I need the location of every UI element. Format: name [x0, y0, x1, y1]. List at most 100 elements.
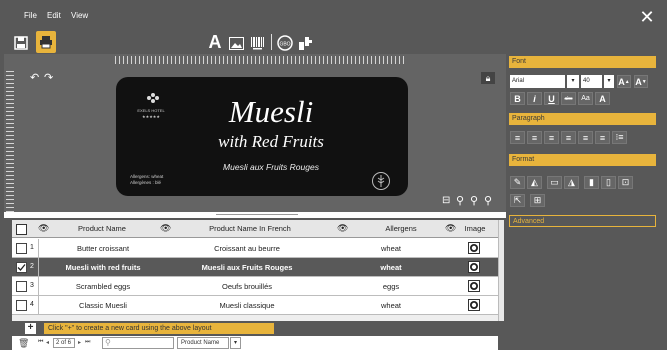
- send-back-icon[interactable]: ▯: [601, 176, 616, 189]
- cell-french-name[interactable]: Muesli aux Fruits Rouges: [162, 258, 332, 277]
- align-right-icon[interactable]: ≡: [595, 131, 610, 144]
- format-painter-icon[interactable]: ✎: [510, 176, 525, 189]
- cell-product-name[interactable]: Classic Muesli: [42, 296, 164, 315]
- table-row[interactable]: 1 Butter croissant Croissant au beurre whea…: [12, 239, 498, 258]
- size-dropdown-arrow-icon[interactable]: ▾: [604, 75, 614, 88]
- distribute-icon[interactable]: ⊞: [530, 194, 545, 207]
- allergen-image-icon[interactable]: [468, 299, 480, 311]
- cell-allergens[interactable]: wheat: [346, 239, 436, 258]
- filter-field-select[interactable]: Product Name: [177, 337, 229, 349]
- align-middle-icon[interactable]: ≡: [527, 131, 542, 144]
- menu-file[interactable]: File: [24, 11, 37, 20]
- align-bottom-icon[interactable]: ≡: [544, 131, 559, 144]
- row-checkbox[interactable]: [16, 281, 27, 292]
- case-button[interactable]: Aa: [578, 92, 593, 105]
- print-button[interactable]: [36, 31, 56, 53]
- font-name-select[interactable]: Arial: [510, 75, 565, 88]
- font-color-button[interactable]: A: [595, 92, 610, 105]
- paragraph-section-header[interactable]: Paragraph: [509, 113, 656, 125]
- bring-front-icon[interactable]: ▮: [584, 176, 599, 189]
- font-section-header[interactable]: Font: [509, 56, 656, 68]
- cell-product-name[interactable]: Muesli with red fruits: [42, 258, 164, 277]
- last-page-icon[interactable]: ⏭: [85, 339, 90, 346]
- cell-allergens[interactable]: wheat: [346, 296, 436, 315]
- close-button[interactable]: ✕: [638, 8, 656, 26]
- card-subtitle[interactable]: with Red Fruits: [186, 132, 356, 152]
- next-page-icon[interactable]: ▸: [78, 339, 81, 346]
- redo-icon[interactable]: ↷: [44, 71, 53, 84]
- font-size-input[interactable]: 40: [581, 75, 602, 88]
- line-spacing-icon[interactable]: ⁝≡: [612, 131, 627, 144]
- grid-vertical-scrollbar[interactable]: [498, 220, 504, 321]
- bold-button[interactable]: B: [510, 92, 525, 105]
- align-objects-icon[interactable]: ⇱: [510, 194, 525, 207]
- underline-button[interactable]: U: [544, 92, 559, 105]
- card-title[interactable]: Muesli: [186, 94, 356, 130]
- table-row[interactable]: 3 Scrambled eggs Oeufs brouillés eggs: [12, 277, 498, 296]
- zoom-out-icon[interactable]: ⚲: [470, 194, 478, 207]
- cell-allergens[interactable]: eggs: [346, 277, 436, 296]
- format-section-header[interactable]: Format: [509, 154, 656, 166]
- shrink-font-button[interactable]: A ▼: [634, 75, 648, 88]
- zoom-reset-icon[interactable]: ⚲: [484, 194, 492, 207]
- undo-icon[interactable]: ↶: [30, 71, 39, 84]
- filter-dropdown-arrow-icon[interactable]: ▾: [230, 337, 241, 349]
- cell-product-name[interactable]: Butter croissant: [42, 239, 164, 258]
- column-header[interactable]: Product Name: [57, 220, 147, 238]
- cell-french-name[interactable]: Muesli classique: [162, 296, 332, 315]
- allergen-image-icon[interactable]: [468, 280, 480, 292]
- prev-page-icon[interactable]: ◂: [46, 339, 49, 346]
- menu-view[interactable]: View: [71, 11, 88, 20]
- first-page-icon[interactable]: ⏮: [38, 339, 43, 346]
- add-image-icon[interactable]: [228, 33, 244, 53]
- border-icon[interactable]: ▭: [547, 176, 562, 189]
- column-header[interactable]: Product Name In French: [180, 220, 320, 238]
- table-row[interactable]: 2 Muesli with red fruits Muesli aux Fruits…: [12, 258, 498, 277]
- font-dropdown-arrow-icon[interactable]: ▾: [567, 75, 579, 88]
- splitter-bar[interactable]: [4, 212, 506, 218]
- column-header[interactable]: Allergens: [357, 220, 445, 238]
- cell-french-name[interactable]: Oeufs brouillés: [162, 277, 332, 296]
- trash-icon[interactable]: 🗑︎: [18, 338, 29, 349]
- save-icon[interactable]: [12, 33, 30, 53]
- group-icon[interactable]: ⊡: [618, 176, 633, 189]
- row-checkbox[interactable]: [16, 262, 27, 273]
- strikethrough-button[interactable]: abc: [561, 92, 576, 105]
- italic-button[interactable]: i: [527, 92, 542, 105]
- allergen-symbol-icon[interactable]: GBO: [276, 33, 294, 53]
- advanced-section-header[interactable]: Advanced: [509, 215, 656, 227]
- add-card-button[interactable]: +: [25, 323, 36, 334]
- shadow-icon[interactable]: ◮: [564, 176, 579, 189]
- row-checkbox[interactable]: [16, 300, 27, 311]
- menu-edit[interactable]: Edit: [47, 11, 61, 20]
- column-header[interactable]: Image: [461, 220, 489, 238]
- allergen-image-icon[interactable]: [468, 242, 480, 254]
- page-indicator[interactable]: 2 of 6: [53, 338, 75, 348]
- cell-french-name[interactable]: Croissant au beurre: [162, 239, 332, 258]
- row-checkbox[interactable]: [16, 243, 27, 254]
- grow-font-button[interactable]: A ▲: [617, 75, 631, 88]
- align-top-icon[interactable]: ≡: [510, 131, 525, 144]
- add-text-icon[interactable]: A: [207, 32, 223, 52]
- search-input[interactable]: ⚲: [102, 337, 174, 349]
- fill-color-icon[interactable]: ◭: [527, 176, 542, 189]
- card-allergens-fr[interactable]: Allergènes : blé: [130, 180, 161, 185]
- allergen-image-icon[interactable]: [468, 261, 480, 273]
- visibility-icon[interactable]: 👁︎: [38, 223, 49, 234]
- wheat-icon[interactable]: [371, 171, 391, 191]
- align-left-icon[interactable]: ≡: [561, 131, 576, 144]
- cell-allergens[interactable]: wheat: [346, 258, 436, 277]
- image-library-icon[interactable]: [297, 33, 313, 53]
- align-center-icon[interactable]: ≡: [578, 131, 593, 144]
- lock-icon[interactable]: 🔒︎: [481, 72, 495, 84]
- cell-product-name[interactable]: Scrambled eggs: [42, 277, 164, 296]
- grid-horizontal-scrollbar[interactable]: [12, 314, 498, 321]
- card-french-name[interactable]: Muesli aux Fruits Rouges: [186, 162, 356, 172]
- visibility-icon[interactable]: 👁︎: [160, 223, 171, 234]
- card-preview[interactable]: EXELS HOTEL ★★★★★ Muesli with Red Fruits…: [116, 77, 408, 196]
- card-allergens-en[interactable]: Allergens: wheat: [130, 174, 163, 179]
- table-row[interactable]: 4 Classic Muesli Muesli classique wheat: [12, 296, 498, 315]
- visibility-icon[interactable]: 👁︎: [445, 223, 456, 234]
- fit-page-icon[interactable]: ⊟: [442, 195, 450, 206]
- visibility-icon[interactable]: 👁︎: [337, 223, 348, 234]
